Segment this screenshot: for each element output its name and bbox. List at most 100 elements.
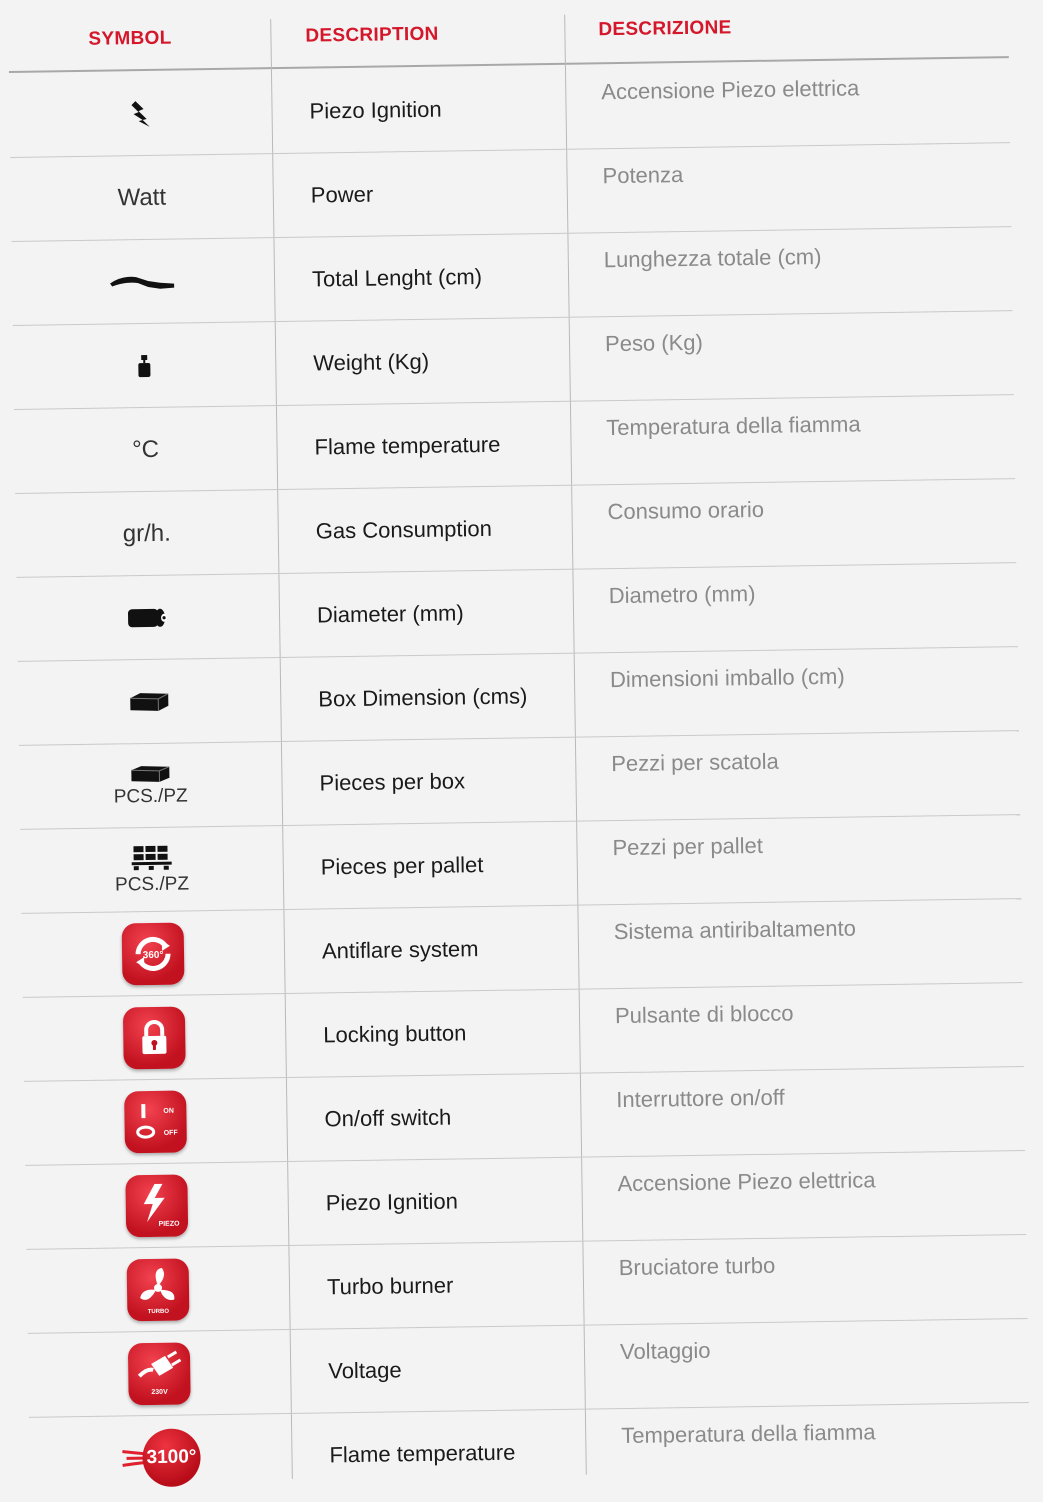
table-row: Watt Power Potenza [10, 143, 1012, 242]
table-row: 230V Voltage Voltaggio [27, 1319, 1029, 1418]
antiflare-360-icon: 360° [121, 921, 185, 985]
table-row: gr/h. Gas Consumption Consumo orario [15, 479, 1017, 578]
description-it: Temperatura della fiamma [606, 411, 861, 441]
table-row: 3100° Flame temperature Temperatura dell… [29, 1403, 1030, 1502]
box-icon [131, 765, 170, 782]
description-en: Locking button [323, 1019, 467, 1047]
symbol-subtext: PCS./PZ [114, 872, 190, 896]
description-it: Diametro (mm) [608, 580, 756, 609]
symbol-cell [9, 70, 272, 157]
description-it: Consumo orario [607, 496, 765, 525]
table-row: Diameter (mm) Diametro (mm) [16, 563, 1018, 662]
legend-rows: Piezo Ignition Accensione Piezo elettric… [8, 59, 1030, 1502]
piezo-label: PIEZO [158, 1220, 180, 1227]
symbol-cell [18, 658, 281, 745]
switch-off-label: OFF [164, 1129, 179, 1136]
cylinder-icon [127, 608, 168, 627]
description-en: Piezo Ignition [325, 1187, 459, 1215]
padlock-icon [122, 1005, 186, 1069]
description-it: Pezzi per pallet [612, 832, 764, 861]
flame-temp-circle: 3100° [142, 1428, 201, 1488]
header-description: DESCRIPTION [305, 23, 439, 47]
switch-on-label: ON [163, 1107, 174, 1114]
symbol-legend-sheet: SYMBOL DESCRIPTION DESCRIZIONE Piezo Ign… [8, 0, 1043, 1488]
description-it: Accensione Piezo elettrica [617, 1167, 876, 1197]
flame-temp-value: 3100° [146, 1446, 197, 1469]
description-it: Temperatura della fiamma [621, 1419, 876, 1449]
description-en: Turbo burner [326, 1272, 454, 1299]
symbol-text: Watt [117, 183, 167, 211]
description-it: Pulsante di blocco [614, 1000, 794, 1029]
description-en: Flame temperature [314, 431, 501, 459]
table-row: 360° Antiflare system Sistema antiribalt… [21, 899, 1023, 998]
description-en: Pieces per pallet [320, 851, 484, 879]
symbol-cell: 230V [28, 1330, 291, 1417]
table-row: °C Flame temperature Temperatura della f… [13, 395, 1016, 494]
description-it: Potenza [602, 162, 684, 189]
pallet-icon [131, 845, 172, 870]
antiflare-label: 360° [143, 949, 164, 960]
description-en: Diameter (mm) [316, 599, 464, 627]
table-row: Total Lenght (cm) Lunghezza totale (cm) [11, 227, 1013, 326]
description-en: Total Lenght (cm) [311, 263, 483, 292]
table-row: Locking button Pulsante di blocco [22, 983, 1024, 1082]
weight-icon [138, 354, 151, 377]
symbol-cell: gr/h. [15, 490, 278, 577]
symbol-cell: ON OFF [24, 1078, 287, 1165]
description-it: Voltaggio [619, 1337, 711, 1365]
table-row: Weight (Kg) Peso (Kg) [12, 311, 1014, 410]
symbol-cell [11, 238, 274, 325]
header-descrizione: DESCRIZIONE [598, 17, 732, 41]
torch-length-icon [110, 276, 175, 289]
symbol-text: °C [131, 435, 160, 463]
table-row: Piezo Ignition Accensione Piezo elettric… [8, 59, 1011, 158]
voltage-label: 230V [151, 1388, 168, 1395]
description-it: Peso (Kg) [604, 329, 704, 357]
table-row: PIEZO Piezo Ignition Accensione Piezo el… [25, 1151, 1027, 1250]
table-row: PCS./PZ Pieces per pallet Pezzi per pall… [20, 815, 1022, 914]
description-en: Piezo Ignition [309, 96, 442, 124]
description-en: Gas Consumption [315, 515, 493, 543]
description-it: Accensione Piezo elettrica [601, 75, 860, 105]
on-off-switch-icon: ON OFF [124, 1089, 187, 1153]
description-it: Pezzi per scatola [611, 748, 779, 777]
description-it: Sistema antiribaltamento [613, 915, 857, 945]
symbol-cell [23, 994, 286, 1081]
plug-230v-icon: 230V [127, 1341, 191, 1405]
table-row: PCS./PZ Pieces per box Pezzi per scatola [18, 731, 1021, 830]
description-en: Power [310, 181, 374, 208]
symbol-text: gr/h. [122, 519, 172, 547]
description-en: Box Dimension (cms) [318, 682, 528, 711]
description-it: Dimensioni imballo (cm) [609, 663, 845, 693]
description-it: Interruttore on/off [616, 1084, 785, 1113]
symbol-cell [13, 322, 276, 409]
symbol-cell: PCS./PZ [19, 742, 282, 829]
piezo-badge-icon: PIEZO [125, 1173, 189, 1237]
turbo-fan-icon: TURBO [126, 1257, 190, 1321]
description-en: Flame temperature [329, 1439, 516, 1468]
lightning-bolt-icon [131, 100, 150, 127]
table-row: TURBO Turbo burner Bruciatore turbo [26, 1235, 1028, 1334]
header-symbol: SYMBOL [88, 27, 172, 50]
description-en: On/off switch [324, 1104, 452, 1131]
symbol-cell: °C [14, 406, 277, 493]
box-icon [130, 692, 169, 711]
table-row: ON OFF On/off switch Interruttore on/off [23, 1067, 1026, 1166]
description-en: Antiflare system [321, 935, 479, 963]
turbo-label: TURBO [148, 1308, 170, 1314]
symbol-subtext: PCS./PZ [113, 784, 188, 808]
symbol-cell: TURBO [26, 1246, 289, 1333]
table-row: Box Dimension (cms) Dimensioni imballo (… [17, 647, 1019, 746]
description-en: Pieces per box [319, 767, 466, 795]
symbol-cell: 360° [21, 910, 284, 997]
flame-3100-icon: 3100° [100, 1427, 221, 1489]
description-en: Voltage [328, 1356, 402, 1383]
symbol-cell: Watt [10, 154, 273, 241]
description-en: Weight (Kg) [313, 348, 430, 376]
description-it: Lunghezza totale (cm) [603, 243, 822, 273]
symbol-cell [16, 574, 279, 661]
description-it: Bruciatore turbo [618, 1252, 776, 1281]
symbol-cell: PCS./PZ [20, 826, 283, 913]
symbol-cell: PIEZO [25, 1162, 288, 1249]
symbol-cell: 3100° [29, 1414, 292, 1502]
